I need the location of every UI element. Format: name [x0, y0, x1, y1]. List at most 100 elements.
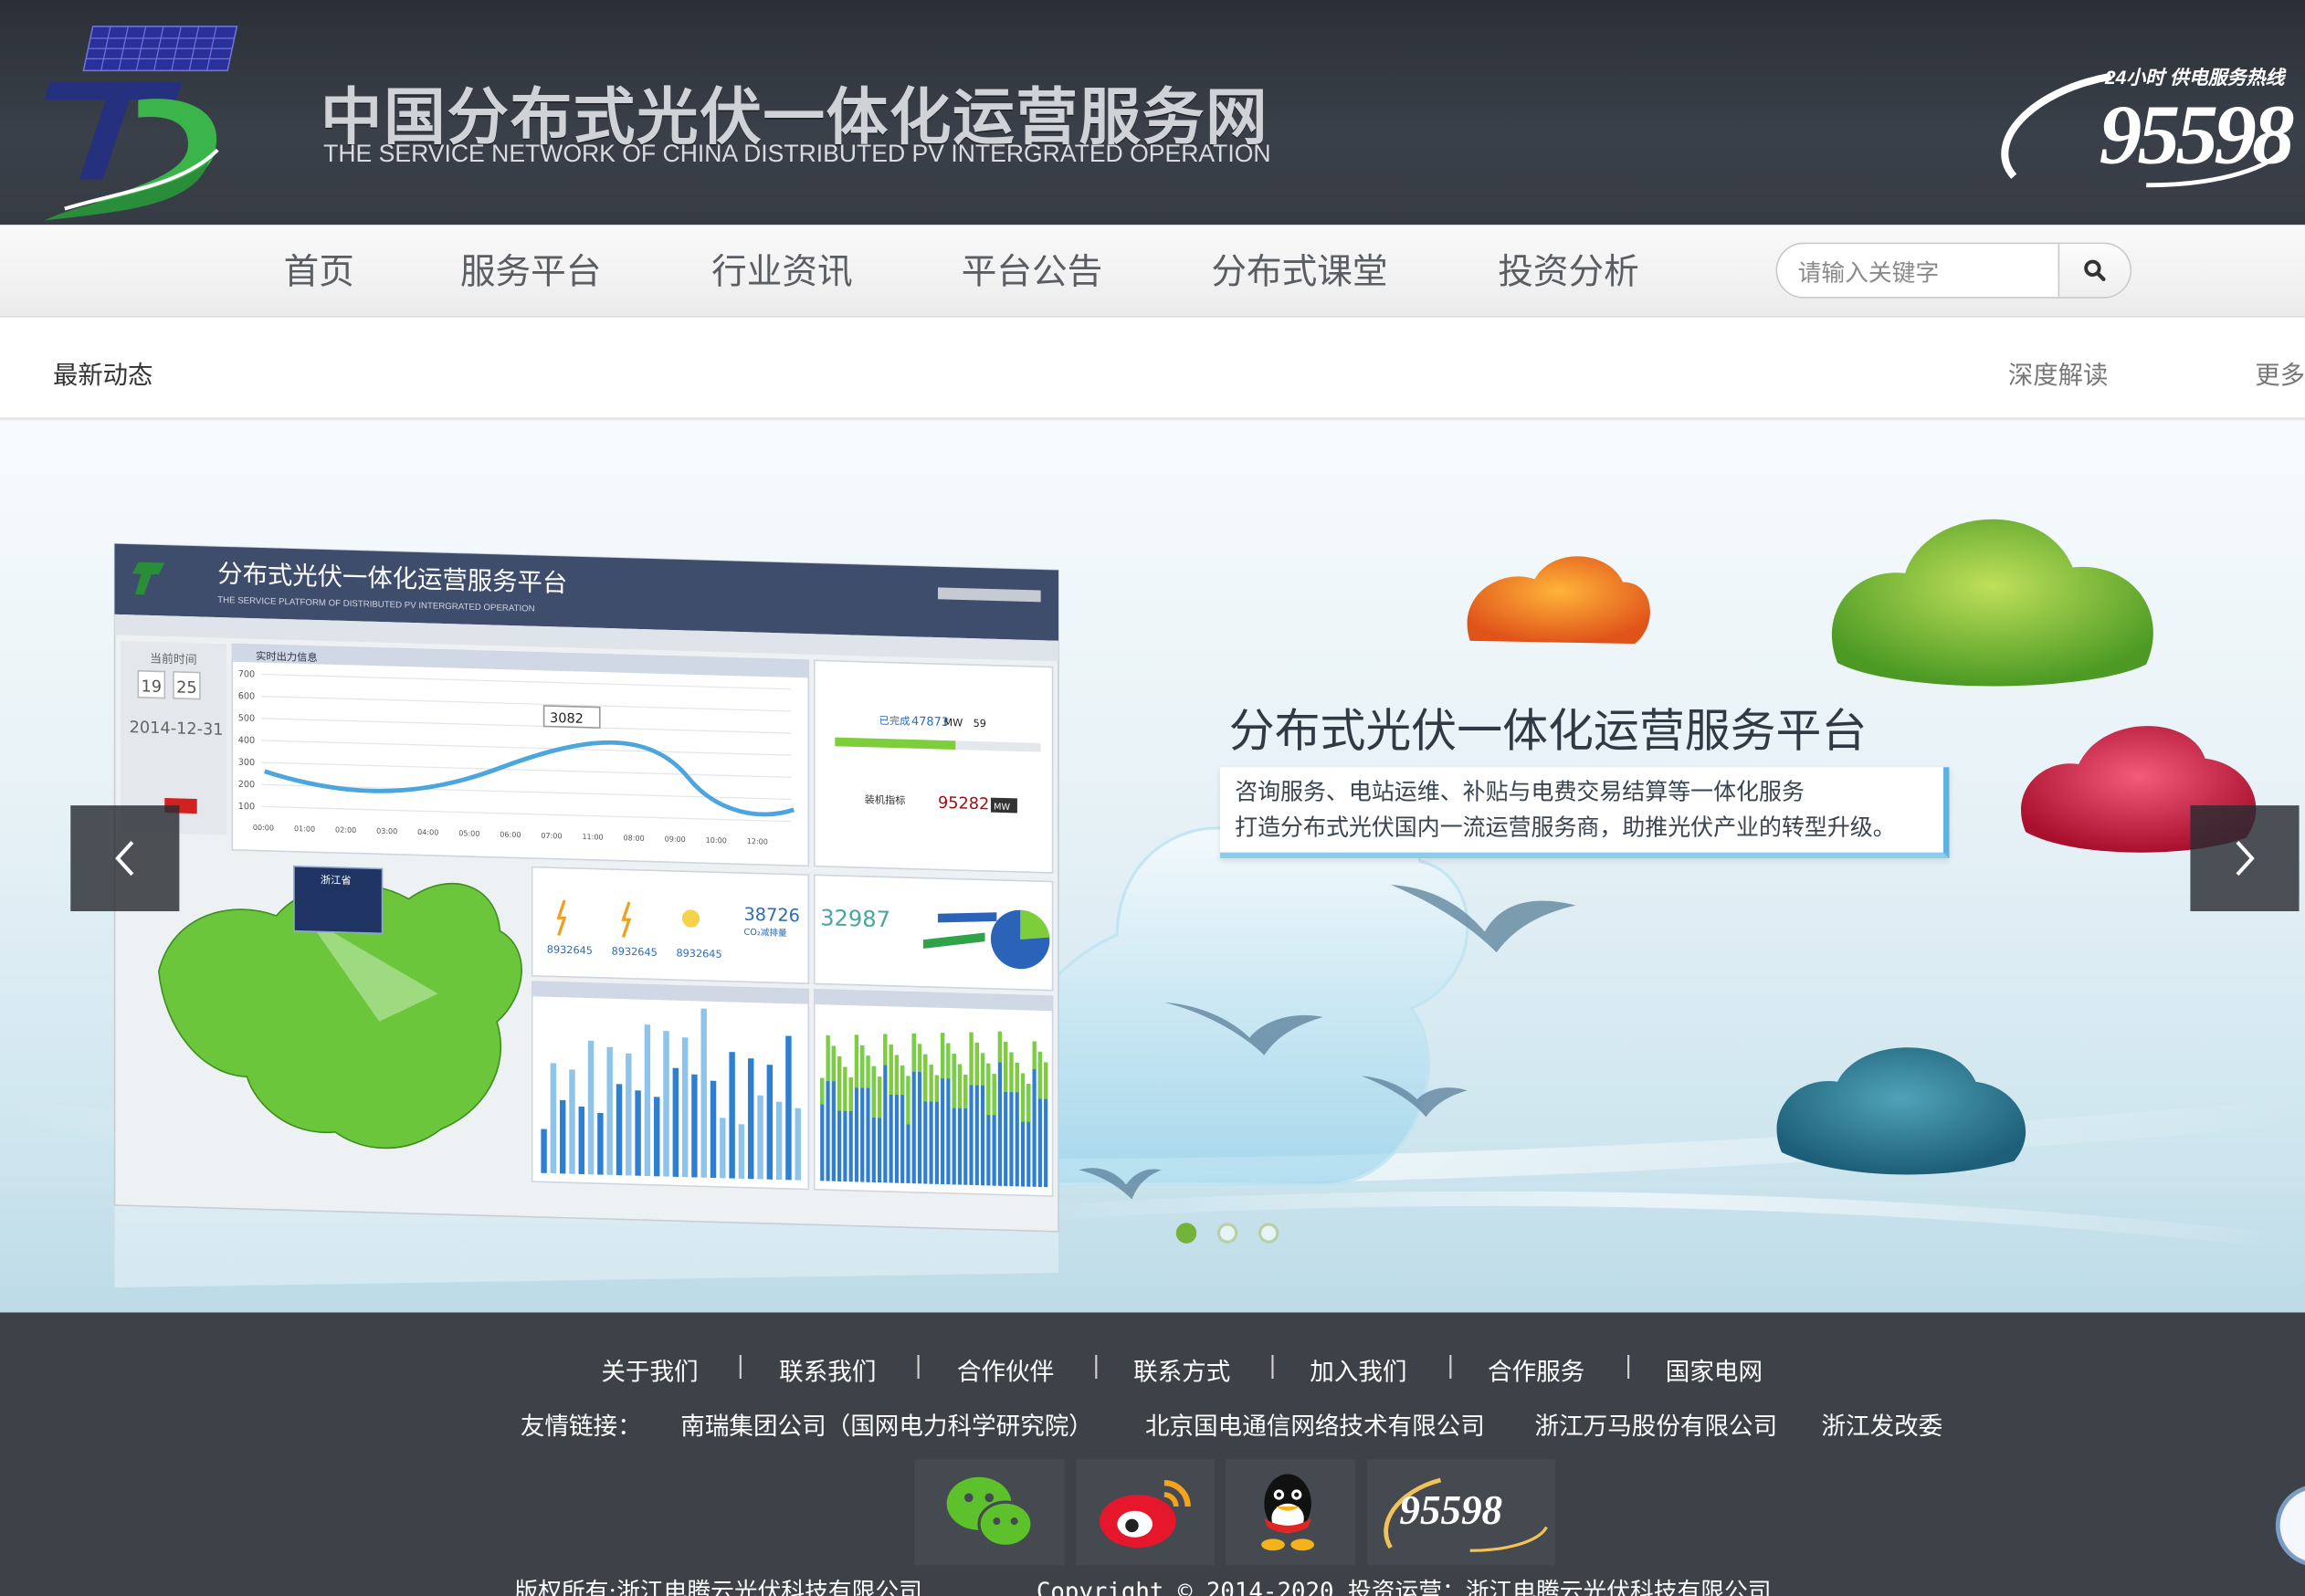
footer-link-join[interactable]: 加入我们	[1310, 1352, 1406, 1388]
site-header: 中国分布式光伏一体化运营服务网 THE SERVICE NETWORK OF C…	[0, 0, 2305, 226]
screen-bar-top	[854, 1034, 859, 1088]
banner-description: 咨询服务、电站运维、补贴与电费交易结算等一体化服务 打造分布式光伏国内一流运营服…	[1220, 767, 1950, 859]
screen-bar	[785, 1035, 792, 1181]
nav-item-industry-news[interactable]: 行业资讯	[711, 243, 853, 294]
footer-link-contact-us[interactable]: 联系我们	[779, 1352, 876, 1388]
more-link[interactable]: 更多	[2255, 354, 2305, 391]
screen-bar	[597, 1112, 604, 1175]
screen-bar-top	[917, 1044, 922, 1073]
screen-y-tick: 500	[238, 713, 255, 724]
svg-text:59: 59	[974, 718, 986, 730]
svg-text:25: 25	[176, 678, 197, 698]
screen-bar-top	[906, 1076, 910, 1125]
screen-bar-top	[1004, 1042, 1008, 1093]
carousel-dot-3[interactable]	[1258, 1223, 1279, 1244]
svg-text:19: 19	[142, 677, 163, 697]
screen-bar	[691, 1074, 698, 1178]
banner-carousel: 分布式光伏一体化运营服务平台 THE SERVICE PLATFORM OF D…	[0, 420, 2305, 1313]
screen-bar-top	[826, 1035, 830, 1082]
carousel-next-button[interactable]	[2190, 805, 2300, 912]
nav-item-platform-notice[interactable]: 平台公告	[962, 243, 1103, 294]
weibo-button[interactable]	[1076, 1459, 1215, 1566]
svg-text:MW: MW	[943, 717, 963, 730]
carousel-dot-2[interactable]	[1216, 1223, 1238, 1244]
svg-text:MW: MW	[994, 803, 1010, 814]
screen-y-tick: 200	[238, 780, 255, 791]
screen-bar	[606, 1046, 613, 1175]
nav-item-home[interactable]: 首页	[284, 243, 354, 294]
search-button[interactable]	[2058, 244, 2131, 298]
screen-bar-top	[974, 1042, 979, 1086]
copyright-notice: Copyright © 2014-2020 投资运营：浙江电腾云光伏科技有限公司	[1036, 1577, 1772, 1596]
banner-desc-line-1: 咨询服务、电站运维、补贴与电费交易结算等一体化服务	[1235, 779, 1805, 806]
svg-text:浙江省: 浙江省	[321, 874, 352, 887]
footer-link-cooperation[interactable]: 合作服务	[1488, 1352, 1584, 1388]
svg-text:95282: 95282	[938, 794, 989, 814]
wechat-button[interactable]	[914, 1459, 1065, 1566]
footer-separator: |	[1268, 1350, 1277, 1379]
screen-bar-top	[986, 1063, 991, 1116]
screen-y-tick: 300	[238, 758, 255, 769]
friend-link-zj-ndrc[interactable]: 浙江发改委	[1821, 1406, 1942, 1442]
friend-link-nari[interactable]: 南瑞集团公司（国网电力科学研究院）	[680, 1406, 1093, 1442]
screen-bar	[738, 1124, 745, 1179]
screen-bar-top	[820, 1077, 825, 1105]
nav-item-investment-analysis[interactable]: 投资分析	[1498, 243, 1639, 294]
screen-x-tick: 08:00	[624, 834, 645, 843]
screen-bar	[720, 1118, 726, 1179]
screen-bar-top	[1026, 1083, 1031, 1122]
screen-bar	[644, 1024, 651, 1177]
footer-link-state-grid[interactable]: 国家电网	[1666, 1352, 1763, 1388]
svg-text:装机指标: 装机指标	[865, 793, 906, 806]
screen-bar	[541, 1129, 547, 1173]
screen-bar	[635, 1090, 641, 1176]
svg-text:8932645: 8932645	[676, 947, 721, 960]
svg-text:已完成: 已完成	[879, 714, 910, 728]
screen-bar-top	[837, 1056, 842, 1111]
footer-separator: |	[736, 1350, 745, 1379]
chevron-right-icon	[2236, 841, 2255, 877]
screen-y-tick: 600	[238, 691, 255, 702]
screen-bar-top	[1044, 1062, 1048, 1099]
screen-x-tick: 10:00	[706, 836, 727, 845]
screen-bar	[616, 1084, 623, 1176]
svg-text:实时出力信息: 实时出力信息	[256, 649, 318, 664]
screen-bar	[626, 1053, 632, 1176]
site-footer: 关于我们 | 联系我们 | 合作伙伴 | 联系方式 | 加入我们 | 合作服务 …	[0, 1312, 2305, 1596]
screen-bar-top	[894, 1055, 900, 1096]
search-input[interactable]	[1795, 244, 2063, 298]
screen-bar	[766, 1065, 774, 1180]
carousel-prev-button[interactable]	[70, 805, 180, 912]
screen-bar	[587, 1040, 595, 1175]
screen-bar	[729, 1052, 735, 1179]
qq-button[interactable]	[1226, 1459, 1356, 1566]
footer-link-partners[interactable]: 合作伙伴	[957, 1352, 1054, 1388]
nav-item-service-platform[interactable]: 服务平台	[460, 243, 602, 294]
friend-link-sgcc-comm[interactable]: 北京国电通信网络技术有限公司	[1145, 1406, 1485, 1442]
svg-text:CO₂减排量: CO₂减排量	[744, 927, 788, 939]
in-depth-link[interactable]: 深度解读	[2008, 354, 2108, 391]
friend-link-wanma[interactable]: 浙江万马股份有限公司	[1535, 1406, 1778, 1442]
screen-bar-top	[900, 1065, 905, 1096]
footer-link-about[interactable]: 关于我们	[601, 1352, 698, 1388]
screen-bar-top	[941, 1033, 945, 1079]
screen-bar-top	[1037, 1051, 1042, 1099]
footer-separator: |	[1624, 1350, 1633, 1379]
hotline-95598-button[interactable]: 95598	[1367, 1459, 1556, 1566]
screen-x-tick: 11:00	[582, 833, 603, 842]
screen-x-tick: 00:00	[253, 824, 274, 833]
screen-bar-top	[866, 1055, 870, 1088]
screen-bar	[559, 1099, 566, 1174]
screen-bar	[672, 1067, 679, 1177]
screen-x-tick: 12:00	[747, 837, 768, 846]
footer-link-contact[interactable]: 联系方式	[1133, 1352, 1230, 1388]
site-logo[interactable]	[36, 21, 241, 226]
nav-item-distributed-class[interactable]: 分布式课堂	[1211, 243, 1387, 294]
latest-news-label[interactable]: 最新动态	[53, 354, 153, 391]
screen-bar-top	[1015, 1063, 1019, 1093]
carousel-dot-1[interactable]	[1175, 1223, 1197, 1244]
screen-x-tick: 09:00	[665, 835, 686, 845]
svg-text:3082: 3082	[550, 711, 584, 727]
screen-bar	[569, 1069, 575, 1174]
screen-x-tick: 01:00	[294, 824, 315, 834]
